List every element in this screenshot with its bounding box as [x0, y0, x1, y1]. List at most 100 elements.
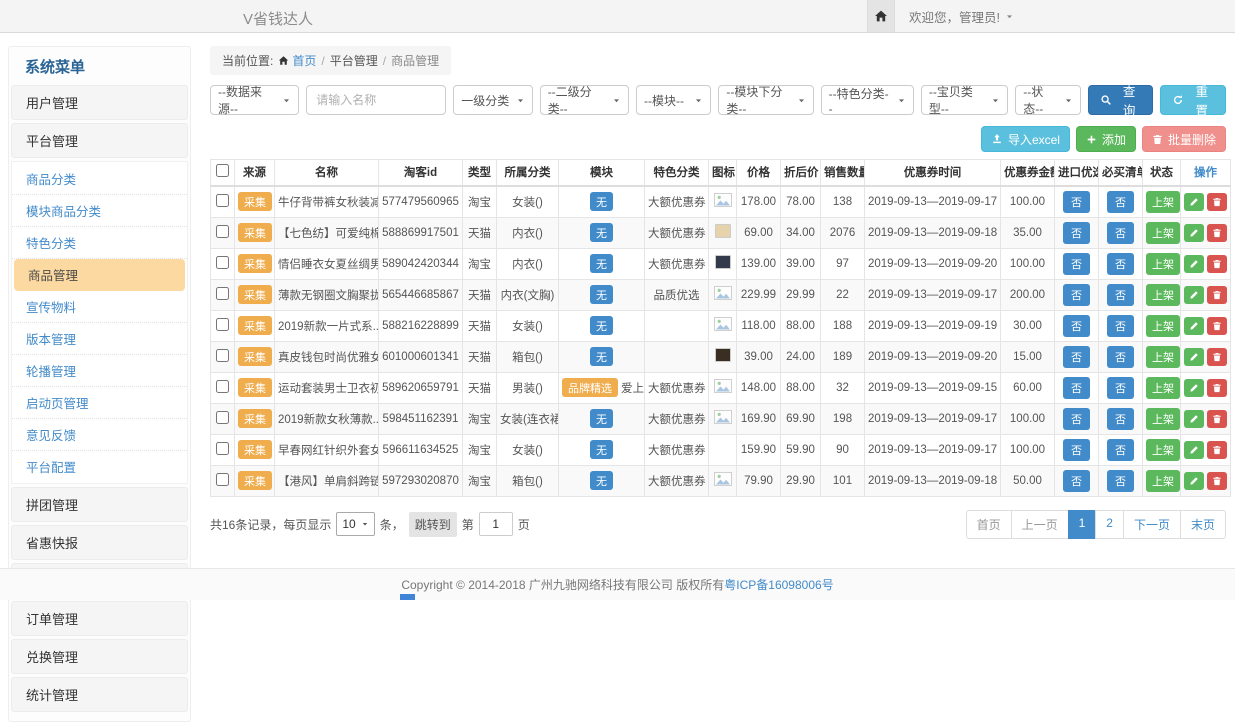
edit-button[interactable]: [1184, 286, 1204, 304]
sidebar-group[interactable]: 平台管理: [11, 123, 188, 158]
import-excel-button[interactable]: 导入excel: [981, 126, 1070, 152]
search-button[interactable]: 查询: [1088, 85, 1154, 115]
filter-select[interactable]: --宝贝类型--: [921, 85, 1008, 115]
must-buy-toggle[interactable]: 否: [1107, 222, 1134, 244]
edit-button[interactable]: [1184, 193, 1204, 211]
row-checkbox[interactable]: [216, 287, 229, 300]
filter-select[interactable]: --特色分类--: [821, 85, 914, 115]
delete-button[interactable]: [1207, 472, 1227, 490]
import-select-toggle[interactable]: 否: [1063, 470, 1090, 492]
status-button[interactable]: 上架: [1146, 439, 1180, 461]
filter-select[interactable]: 一级分类: [453, 85, 532, 115]
status-button[interactable]: 上架: [1146, 222, 1180, 244]
import-select-toggle[interactable]: 否: [1063, 253, 1090, 275]
must-buy-toggle[interactable]: 否: [1107, 470, 1134, 492]
must-buy-toggle[interactable]: 否: [1107, 284, 1134, 306]
home-button[interactable]: [867, 0, 895, 32]
sidebar-subitem[interactable]: 版本管理: [12, 323, 187, 355]
edit-button[interactable]: [1184, 472, 1204, 490]
delete-button[interactable]: [1207, 255, 1227, 273]
filter-select[interactable]: --模块--: [636, 85, 711, 115]
edit-button[interactable]: [1184, 379, 1204, 397]
reset-button[interactable]: 重置: [1160, 85, 1226, 115]
import-select-toggle[interactable]: 否: [1063, 439, 1090, 461]
edit-button[interactable]: [1184, 317, 1204, 335]
import-select-toggle[interactable]: 否: [1063, 408, 1090, 430]
edit-button[interactable]: [1184, 255, 1204, 273]
add-button[interactable]: 添加: [1076, 126, 1136, 152]
row-checkbox[interactable]: [216, 318, 229, 331]
row-checkbox[interactable]: [216, 442, 229, 455]
status-button[interactable]: 上架: [1146, 470, 1180, 492]
delete-button[interactable]: [1207, 379, 1227, 397]
batch-delete-button[interactable]: 批量删除: [1142, 126, 1226, 152]
status-button[interactable]: 上架: [1146, 377, 1180, 399]
icp-link[interactable]: 粤ICP备16098006号: [724, 576, 833, 593]
page-button[interactable]: 2: [1095, 510, 1124, 539]
page-button[interactable]: 下一页: [1123, 510, 1181, 539]
edit-button[interactable]: [1184, 441, 1204, 459]
row-checkbox[interactable]: [216, 349, 229, 362]
row-checkbox[interactable]: [216, 194, 229, 207]
must-buy-toggle[interactable]: 否: [1107, 253, 1134, 275]
must-buy-toggle[interactable]: 否: [1107, 346, 1134, 368]
status-button[interactable]: 上架: [1146, 346, 1180, 368]
sidebar-subitem[interactable]: 宣传物料: [12, 291, 187, 323]
page-button[interactable]: 首页: [966, 510, 1012, 539]
sidebar-subitem[interactable]: 意见反馈: [12, 419, 187, 451]
delete-button[interactable]: [1207, 348, 1227, 366]
delete-button[interactable]: [1207, 410, 1227, 428]
sidebar-group[interactable]: 订单管理: [11, 601, 188, 636]
status-button[interactable]: 上架: [1146, 284, 1180, 306]
sidebar-group[interactable]: 省惠快报: [11, 525, 188, 560]
row-checkbox[interactable]: [216, 411, 229, 424]
name-search-input[interactable]: [306, 85, 446, 115]
sidebar-subitem[interactable]: 特色分类: [12, 227, 187, 259]
status-button[interactable]: 上架: [1146, 191, 1180, 213]
status-button[interactable]: 上架: [1146, 408, 1180, 430]
sidebar-subitem[interactable]: 轮播管理: [12, 355, 187, 387]
page-button[interactable]: 上一页: [1011, 510, 1069, 539]
must-buy-toggle[interactable]: 否: [1107, 439, 1134, 461]
page-button[interactable]: 末页: [1180, 510, 1226, 539]
edit-button[interactable]: [1184, 348, 1204, 366]
sidebar-group[interactable]: 兑换管理: [11, 639, 188, 674]
import-select-toggle[interactable]: 否: [1063, 191, 1090, 213]
import-select-toggle[interactable]: 否: [1063, 315, 1090, 337]
sidebar-subitem[interactable]: 商品分类: [12, 163, 187, 195]
import-select-toggle[interactable]: 否: [1063, 284, 1090, 306]
edit-button[interactable]: [1184, 224, 1204, 242]
delete-button[interactable]: [1207, 193, 1227, 211]
row-checkbox[interactable]: [216, 256, 229, 269]
sidebar-group[interactable]: 用户管理: [11, 85, 188, 120]
row-checkbox[interactable]: [216, 473, 229, 486]
row-checkbox[interactable]: [216, 380, 229, 393]
sidebar-subitem[interactable]: 商品管理: [14, 259, 185, 291]
must-buy-toggle[interactable]: 否: [1107, 315, 1134, 337]
import-select-toggle[interactable]: 否: [1063, 377, 1090, 399]
must-buy-toggle[interactable]: 否: [1107, 408, 1134, 430]
delete-button[interactable]: [1207, 224, 1227, 242]
row-checkbox[interactable]: [216, 225, 229, 238]
must-buy-toggle[interactable]: 否: [1107, 377, 1134, 399]
sidebar-subitem[interactable]: 平台配置: [12, 451, 187, 482]
delete-button[interactable]: [1207, 286, 1227, 304]
jump-page-input[interactable]: [479, 512, 513, 536]
filter-select[interactable]: --状态--: [1015, 85, 1081, 115]
breadcrumb-home-link[interactable]: 首页: [278, 52, 316, 69]
sidebar-subitem[interactable]: 启动页管理: [12, 387, 187, 419]
sidebar-group[interactable]: 拼团管理: [11, 487, 188, 522]
edit-button[interactable]: [1184, 410, 1204, 428]
page-button-current[interactable]: 1: [1068, 510, 1097, 539]
status-button[interactable]: 上架: [1146, 315, 1180, 337]
jump-button[interactable]: 跳转到: [409, 512, 457, 537]
must-buy-toggle[interactable]: 否: [1107, 191, 1134, 213]
filter-select[interactable]: --模块下分类--: [718, 85, 813, 115]
status-button[interactable]: 上架: [1146, 253, 1180, 275]
sidebar-subitem[interactable]: 模块商品分类: [12, 195, 187, 227]
select-all-checkbox[interactable]: [216, 164, 229, 177]
sidebar-group[interactable]: 统计管理: [11, 677, 188, 712]
page-size-select[interactable]: 10: [336, 512, 374, 536]
import-select-toggle[interactable]: 否: [1063, 222, 1090, 244]
user-menu[interactable]: 欢迎您，管理员!: [909, 7, 1014, 26]
